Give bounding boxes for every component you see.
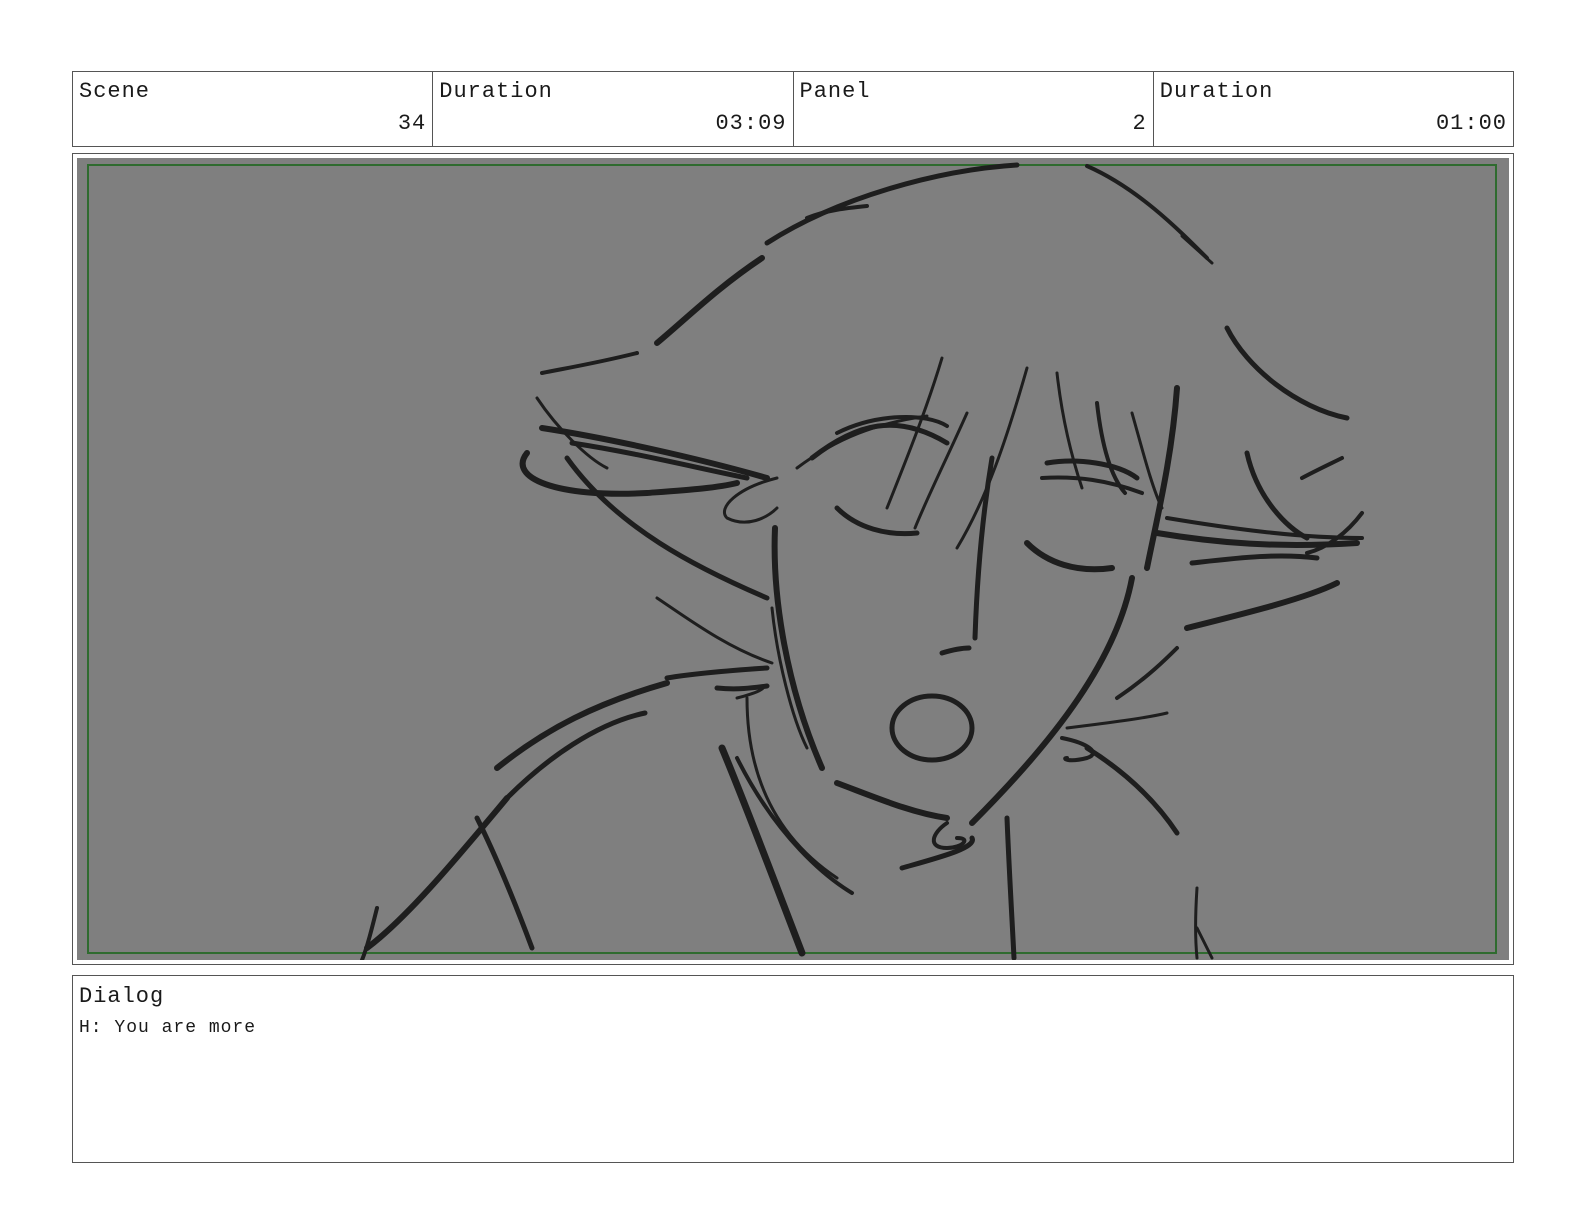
panel-label: Panel [799, 79, 871, 104]
scene-duration-value[interactable]: 03:09 [715, 111, 786, 136]
scene-value[interactable]: 34 [398, 111, 426, 136]
panel-image[interactable] [77, 158, 1509, 960]
scene-label: Scene [79, 79, 151, 104]
header-table: Scene 34 Duration 03:09 Panel 2 Duration… [72, 71, 1514, 147]
panel-value[interactable]: 2 [1133, 111, 1147, 136]
panel-frame [72, 153, 1514, 965]
scene-cell: Scene 34 [73, 72, 434, 146]
scene-duration-label: Duration [439, 79, 553, 104]
sketch-drawing-icon [360, 162, 1364, 960]
panel-duration-value[interactable]: 01:00 [1436, 111, 1507, 136]
panel-cell: Panel 2 [794, 72, 1154, 146]
dialog-box: Dialog H: You are more [72, 975, 1514, 1163]
dialog-label: Dialog [79, 984, 165, 1009]
scene-duration-cell: Duration 03:09 [433, 72, 794, 146]
panel-duration-cell: Duration 01:00 [1154, 72, 1513, 146]
dialog-text[interactable]: H: You are more [79, 1018, 256, 1038]
panel-duration-label: Duration [1159, 79, 1274, 104]
